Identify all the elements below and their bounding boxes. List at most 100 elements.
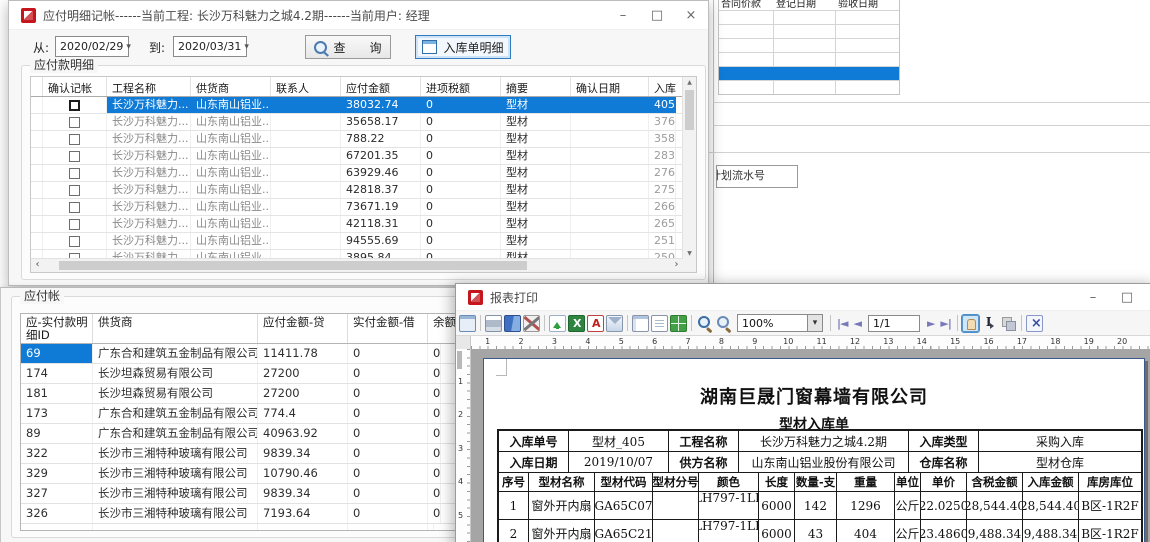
query-button[interactable]: 查 询 xyxy=(305,35,391,59)
balance-cell[interactable]: 0 xyxy=(428,464,441,483)
table-row[interactable] xyxy=(719,80,899,94)
supplier-cell[interactable]: 广东合和建筑五金制品有限公司 xyxy=(93,404,258,423)
row-selector[interactable] xyxy=(31,114,43,130)
confirm-cell[interactable] xyxy=(43,131,107,147)
project-cell[interactable]: 长沙万科魅力... xyxy=(107,97,191,113)
tax-cell[interactable]: 0 xyxy=(421,114,501,130)
row-selector[interactable] xyxy=(31,165,43,181)
supplier-cell[interactable]: 山东南山铝业... xyxy=(191,182,271,198)
id-cell[interactable]: 326 xyxy=(21,504,93,523)
summary-cell[interactable]: 型材 xyxy=(501,182,571,198)
stock-id-cell[interactable]: 376 xyxy=(649,114,676,130)
debit-cell[interactable]: 0 xyxy=(348,464,428,483)
contact-cell[interactable] xyxy=(271,233,341,249)
send-email-icon[interactable] xyxy=(606,315,623,332)
confirm-date-cell[interactable] xyxy=(571,114,649,130)
credit-cell[interactable]: 9839.34 xyxy=(258,484,348,503)
summary-cell[interactable]: 型材 xyxy=(501,216,571,232)
stock-id-cell[interactable]: 265 xyxy=(649,216,676,232)
amount-cell[interactable]: 42818.37 xyxy=(341,182,421,198)
confirm-date-cell[interactable] xyxy=(571,165,649,181)
row-selector[interactable] xyxy=(31,148,43,164)
amount-cell[interactable]: 35658.17 xyxy=(341,114,421,130)
supplier-cell[interactable]: 长沙市三湘特种玻璃有限公司 xyxy=(93,504,258,523)
export-pdf-icon[interactable] xyxy=(587,315,604,332)
stock-id-cell[interactable]: 266 xyxy=(649,199,676,215)
id-cell[interactable]: 174 xyxy=(21,364,93,383)
supplier-cell[interactable]: 山东南山铝业... xyxy=(191,131,271,147)
stock-id-cell[interactable]: 251 xyxy=(649,233,676,249)
horizontal-scrollbar[interactable]: ‹ › xyxy=(31,258,683,272)
debit-cell[interactable]: 0 xyxy=(348,384,428,403)
row-selector[interactable] xyxy=(31,182,43,198)
balance-cell[interactable]: 0 xyxy=(428,404,441,423)
contact-cell[interactable] xyxy=(271,182,341,198)
credit-cell[interactable]: 7193.64 xyxy=(258,504,348,523)
scroll-left-icon[interactable]: ‹ xyxy=(31,259,44,272)
id-cell[interactable]: 89 xyxy=(21,424,93,443)
tax-cell[interactable]: 0 xyxy=(421,182,501,198)
single-page-view-icon[interactable] xyxy=(651,315,668,332)
close-button[interactable]: × xyxy=(1144,284,1150,310)
checkbox[interactable] xyxy=(69,236,80,247)
scrollbar-thumb[interactable] xyxy=(59,261,527,270)
id-cell[interactable]: 322 xyxy=(21,444,93,463)
column-header[interactable]: 应付金额 xyxy=(341,77,421,96)
table-row[interactable] xyxy=(719,52,899,66)
confirm-cell[interactable] xyxy=(43,182,107,198)
debit-cell[interactable]: 0 xyxy=(348,424,428,443)
table-row[interactable]: 长沙万科魅力... 山东南山铝业... 788.22 0 型材 358 xyxy=(31,131,683,148)
contact-cell[interactable] xyxy=(271,216,341,232)
checkbox[interactable] xyxy=(69,219,80,230)
minimize-button[interactable]: – xyxy=(1076,284,1110,310)
table-row[interactable]: 长沙万科魅力... 山东南山铝业... 38032.74 0 型材 405 xyxy=(31,97,683,114)
to-date-select[interactable]: 2020/03/31 xyxy=(173,36,247,57)
print-icon[interactable] xyxy=(485,315,502,332)
toolbar-separator[interactable] xyxy=(480,315,481,331)
column-header[interactable]: 入库 xyxy=(649,77,683,96)
column-header[interactable]: 联系人 xyxy=(271,77,341,96)
credit-cell[interactable]: 9839.34 xyxy=(258,444,348,463)
zoom-out-icon[interactable] xyxy=(715,315,732,332)
table-row-selected[interactable] xyxy=(719,66,899,80)
table-row[interactable] xyxy=(719,24,899,38)
supplier-cell[interactable]: 山东南山铝业... xyxy=(191,216,271,232)
confirm-date-cell[interactable] xyxy=(571,199,649,215)
stock-id-cell[interactable]: 283 xyxy=(649,148,676,164)
balance-cell[interactable]: 0 xyxy=(428,424,441,443)
vertical-scrollbar[interactable] xyxy=(682,77,696,259)
table-row[interactable]: 173 广东合和建筑五金制品有限公司 774.4 0 0 xyxy=(21,404,457,424)
amount-cell[interactable]: 42118.31 xyxy=(341,216,421,232)
checkbox[interactable] xyxy=(69,202,80,213)
balance-cell[interactable]: 0 xyxy=(428,504,441,523)
summary-cell[interactable]: 型材 xyxy=(501,114,571,130)
print-settings-icon[interactable] xyxy=(523,315,540,332)
debit-cell[interactable]: 0 xyxy=(348,404,428,423)
table-row[interactable]: 长沙万科魅力... 山东南山铝业... 42118.31 0 型材 265 xyxy=(31,216,683,233)
summary-cell[interactable]: 型材 xyxy=(501,97,571,113)
summary-cell[interactable]: 型材 xyxy=(501,148,571,164)
multi-page-view-icon[interactable] xyxy=(670,315,687,332)
summary-cell[interactable]: 型材 xyxy=(501,233,571,249)
tax-cell[interactable]: 0 xyxy=(421,148,501,164)
project-cell[interactable]: 长沙万科魅力... xyxy=(107,148,191,164)
toolbar-separator[interactable] xyxy=(1021,315,1022,331)
balance-cell[interactable]: 0 xyxy=(428,384,441,403)
project-cell[interactable]: 长沙万科魅力... xyxy=(107,114,191,130)
amount-cell[interactable]: 788.22 xyxy=(341,131,421,147)
inbound-detail-button[interactable]: 入库单明细 xyxy=(415,35,511,59)
report-design-icon[interactable] xyxy=(459,315,476,332)
table-row[interactable]: 长沙万科魅力... 山东南山铝业... 63929.46 0 型材 276 xyxy=(31,165,683,182)
contact-cell[interactable] xyxy=(271,148,341,164)
text-select-tool-icon[interactable] xyxy=(981,315,998,332)
hand-tool-icon[interactable] xyxy=(962,315,979,332)
report-preview-area[interactable]: 湖南巨晟门窗幕墙有限公司 型材入库单 入库单号 型材_405 工程名称 长沙万科… xyxy=(471,349,1150,542)
toolbar-separator[interactable] xyxy=(544,315,545,331)
table-row[interactable] xyxy=(719,38,899,52)
tax-cell[interactable]: 0 xyxy=(421,97,501,113)
checkbox[interactable] xyxy=(69,168,80,179)
page-setup-icon[interactable] xyxy=(632,315,649,332)
table-row[interactable] xyxy=(719,10,899,24)
row-selector[interactable] xyxy=(31,131,43,147)
credit-cell[interactable]: 40963.92 xyxy=(258,424,348,443)
